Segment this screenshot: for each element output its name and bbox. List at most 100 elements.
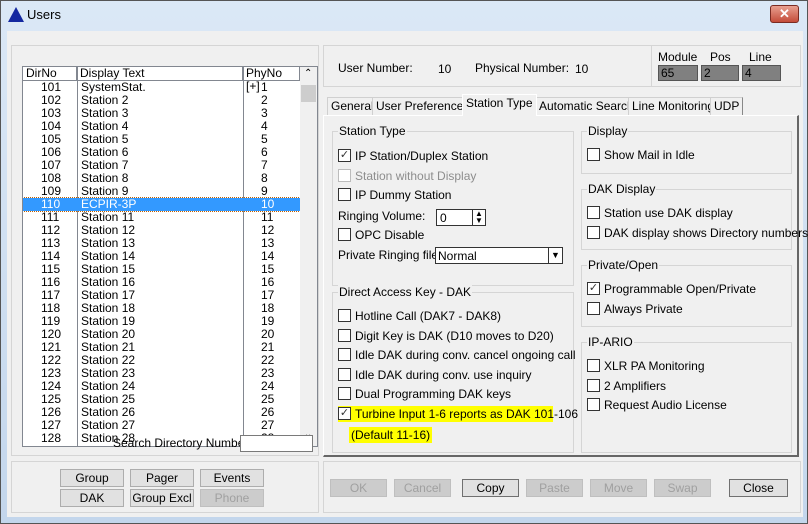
checkbox-box[interactable] [338,309,351,322]
column-header-display-text[interactable]: Display Text [77,67,243,81]
list-row[interactable]: 118 Station 18 18 [23,302,300,315]
list-row[interactable]: 103 Station 33 [23,107,300,120]
list-scrollbar[interactable]: ⌃ ⌄ [300,67,317,446]
checkbox-box[interactable] [587,378,600,392]
list-row[interactable]: 119 Station 19 19 [23,315,300,328]
group-button[interactable]: Group [60,469,124,487]
move-button[interactable]: Move [590,479,647,497]
station-type-group: Station Type Ringing Volume: 0 ▲ ▼ Privat… [332,124,574,286]
ringing-volume-label: Ringing Volume: [338,209,426,223]
list-row[interactable]: 110 ECPIR-3P 10 [23,197,301,212]
checkbox-label: DAK display shows Directory numbers [604,225,808,240]
cancel-button[interactable]: Cancel [394,479,451,497]
checkbox-box[interactable] [338,188,351,201]
list-row[interactable]: 113 Station 13 13 [23,237,300,250]
scroll-thumb[interactable] [301,85,316,102]
dak-default-note: (Default 11-16) [349,427,433,443]
list-row[interactable]: 126 Station 26 26 [23,406,300,419]
list-row[interactable]: 102 Station 22 [23,94,300,107]
checkbox-box[interactable] [338,367,351,381]
dak-button[interactable]: DAK [60,489,124,507]
phone-button[interactable]: Phone [200,489,264,507]
checkbox-box[interactable] [338,348,351,361]
ringing-volume-value[interactable]: 0 [440,211,447,225]
user-list[interactable]: DirNo Display Text PhyNo [+] 101 SystemSt… [22,66,318,447]
pager-button[interactable]: Pager [130,469,194,487]
tab-station-type[interactable]: Station Type [462,94,537,116]
list-row[interactable]: 127 Station 27 27 [23,419,300,432]
user-number-value: 10 [438,62,452,76]
list-row[interactable]: 108 Station 88 [23,172,300,185]
events-button[interactable]: Events [200,469,264,487]
list-row[interactable]: 106 Station 66 [23,146,300,159]
list-row[interactable]: 114 Station 14 14 [23,250,300,263]
list-row[interactable]: 120 Station 20 20 [23,328,300,341]
search-label: Search Directory Number: [113,436,252,450]
column-header-phyno[interactable]: PhyNo [+] [243,67,300,93]
list-row[interactable]: 115 Station 15 15 [23,263,300,276]
users-window: Users ✕ DirNo Display Text PhyNo [+] 101… [0,0,808,524]
module-label: Module [658,50,698,64]
ringing-file-select[interactable]: Normal ▼ [435,247,563,264]
dropdown-arrow-icon[interactable]: ▼ [548,248,562,263]
checkbox-box[interactable] [587,225,600,239]
search-directory-input[interactable] [240,435,313,452]
list-row[interactable]: 105 Station 55 [23,133,300,146]
checkbox-turbine-input-1-6-reports-as-dak-101-106[interactable]: ✓ Turbine Input 1-6 reports as DAK 101-10… [338,405,578,422]
checkbox-box[interactable] [587,301,600,315]
group-excl-button[interactable]: Group Excl [130,489,194,507]
checkbox-box[interactable] [587,398,600,411]
checkmark-icon[interactable]: ✓ [338,406,351,420]
ringing-volume-spinner[interactable]: 0 ▲ ▼ [436,209,486,226]
physical-number-value: 10 [575,62,589,76]
list-row[interactable]: 111 Station 11 11 [23,211,300,224]
checkbox-label: Turbine Input 1-6 reports as DAK 101-106 [355,406,579,421]
swap-button[interactable]: Swap [654,479,711,497]
spin-arrows-icon[interactable]: ▲ ▼ [472,210,485,225]
list-row[interactable]: 112 Station 12 12 [23,224,300,237]
checkbox-label: 2 Amplifiers [604,378,667,393]
list-row[interactable]: 117 Station 17 17 [23,289,300,302]
list-row[interactable]: 124 Station 24 24 [23,380,300,393]
list-row[interactable]: 104 Station 44 [23,120,300,133]
list-row[interactable]: 123 Station 23 23 [23,367,300,380]
tab-line-monitoring[interactable]: Line Monitoring [628,97,719,115]
checkbox-label: Programmable Open/Private [604,282,757,296]
close-window-button[interactable]: ✕ [770,5,799,23]
list-row[interactable]: 125 Station 25 25 [23,393,300,406]
checkbox-box[interactable] [338,387,351,400]
checkbox-label: Show Mail in Idle [604,148,695,162]
checkbox-label: IP Dummy Station [355,188,452,202]
cell-dirno: 128 [41,431,62,445]
dak-display-group: DAK Display Station use DAK display DAK d… [581,182,808,250]
close-button[interactable]: Close [729,479,788,497]
checkbox-box[interactable] [587,359,600,372]
tab-general[interactable]: General [327,97,378,115]
column-header-dirno[interactable]: DirNo [23,67,77,81]
list-row[interactable]: 101 SystemStat. 1 [23,81,300,94]
scroll-up-icon[interactable]: ⌃ [304,68,312,79]
tab-user-preferences[interactable]: User Preferences [372,97,474,115]
app-triangle-icon [8,7,24,22]
ringing-file-label: Private Ringing file: [338,248,442,262]
checkmark-icon[interactable]: ✓ [587,282,600,295]
ok-button[interactable]: OK [330,479,387,497]
checkbox-box[interactable] [587,148,600,161]
list-row[interactable]: 122 Station 22 22 [23,354,300,367]
checkmark-icon[interactable]: ✓ [338,149,351,162]
tab-udp[interactable]: UDP [710,97,744,115]
checkbox-box[interactable] [338,228,351,241]
list-row[interactable]: 116 Station 16 16 [23,276,300,289]
list-row[interactable]: 107 Station 77 [23,159,300,172]
checkbox-label: OPC Disable [355,228,425,242]
checkbox-box[interactable] [338,328,351,342]
paste-button[interactable]: Paste [526,479,583,497]
title-bar[interactable]: Users ✕ [1,1,807,29]
copy-button[interactable]: Copy [462,479,519,497]
checkbox-box[interactable] [587,206,600,219]
tab-automatic-search[interactable]: Automatic Search [535,97,638,115]
list-row[interactable]: 121 Station 21 21 [23,341,300,354]
checkbox-label: Idle DAK during conv. cancel ongoing cal… [355,348,576,362]
checkbox-box [338,169,351,182]
list-row[interactable]: 109 Station 99 [23,185,300,198]
